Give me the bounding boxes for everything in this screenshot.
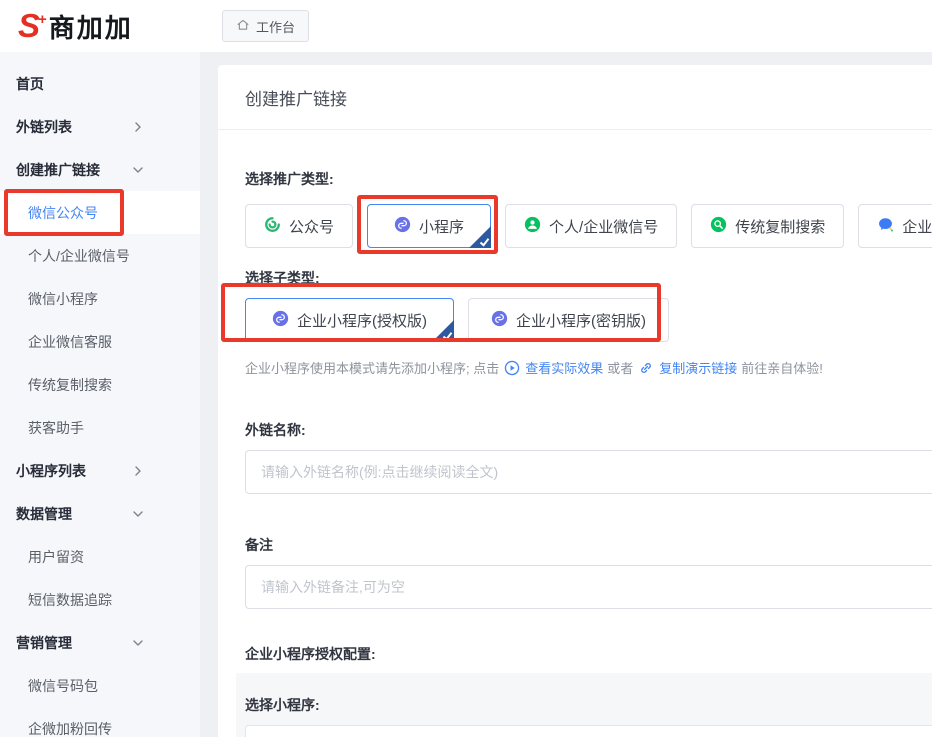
sidebar-item-label: 数据管理 bbox=[16, 504, 72, 524]
promo-type-wecom-service-button[interactable]: 企业微信客服 bbox=[858, 204, 932, 248]
card-body: 选择推广类型: 公众号 小程序 bbox=[218, 169, 932, 737]
selected-corner-check-icon bbox=[432, 320, 454, 342]
sidebar-item-label: 微信公众号 bbox=[28, 203, 98, 223]
promo-type-button-label: 个人/企业微信号 bbox=[549, 216, 658, 237]
top-header: S + 商加加 工作台 bbox=[0, 0, 932, 52]
sidebar-item-label: 获客助手 bbox=[28, 418, 84, 438]
app-window: S + 商加加 工作台 首页 外链列表 创建推广链接 微信 bbox=[0, 0, 932, 737]
page-title: 创建推广链接 bbox=[245, 85, 347, 110]
main-content-area: 创建推广链接 选择推广类型: 公众号 小程序 bbox=[200, 52, 932, 737]
chevron-right-icon bbox=[132, 121, 144, 133]
sidebar-item-label: 企微加粉回传 bbox=[28, 719, 112, 737]
sidebar-item-copy-search[interactable]: 传统复制搜索 bbox=[0, 363, 200, 406]
hint-text-before: 企业小程序使用本模式请先添加小程序; 点击 bbox=[245, 358, 499, 377]
card-header: 创建推广链接 bbox=[218, 65, 932, 130]
sidebar-item-wechat-official[interactable]: 微信公众号 bbox=[0, 191, 200, 234]
sidebar-item-marketing-management[interactable]: 营销管理 bbox=[0, 621, 200, 664]
miniprogram-icon bbox=[491, 310, 508, 331]
sidebar-item-label: 个人/企业微信号 bbox=[28, 246, 130, 266]
sidebar-item-wecom-service[interactable]: 企业微信客服 bbox=[0, 320, 200, 363]
sidebar-item-sms-tracking[interactable]: 短信数据追踪 bbox=[0, 578, 200, 621]
promo-type-button-label: 小程序 bbox=[419, 216, 464, 237]
wechat-official-account-icon bbox=[264, 216, 281, 237]
promo-type-copy-search-button[interactable]: 传统复制搜索 bbox=[691, 204, 844, 248]
sidebar-item-data-management[interactable]: 数据管理 bbox=[0, 492, 200, 535]
link-icon[interactable] bbox=[638, 360, 654, 376]
copy-demo-link[interactable]: 复制演示链接 bbox=[659, 358, 737, 377]
link-name-input[interactable] bbox=[245, 450, 932, 494]
brand-logo: S + 商加加 bbox=[0, 8, 200, 45]
sidebar-item-label: 短信数据追踪 bbox=[28, 590, 112, 610]
promo-type-button-label: 传统复制搜索 bbox=[735, 216, 825, 237]
sub-type-button-label: 企业小程序(授权版) bbox=[297, 310, 427, 331]
chevron-right-icon bbox=[132, 465, 144, 477]
sidebar-item-link-list[interactable]: 外链列表 bbox=[0, 105, 200, 148]
sidebar-item-create-promo-link[interactable]: 创建推广链接 bbox=[0, 148, 200, 191]
sub-type-auth-version-button[interactable]: 企业小程序(授权版) bbox=[245, 298, 454, 342]
sidebar-item-label: 企业微信客服 bbox=[28, 332, 112, 352]
sidebar-item-lead-assistant[interactable]: 获客助手 bbox=[0, 406, 200, 449]
sidebar-item-wecom-fan-callback[interactable]: 企微加粉回传 bbox=[0, 707, 200, 737]
chevron-down-icon bbox=[132, 637, 144, 649]
sidebar-item-label: 用户留资 bbox=[28, 547, 84, 567]
sidebar-nav: 首页 外链列表 创建推广链接 微信公众号 个人/企业微信号 微信小程序 企业微信… bbox=[0, 52, 200, 737]
sub-type-button-label: 企业小程序(密钥版) bbox=[516, 310, 646, 331]
remark-input[interactable] bbox=[245, 565, 932, 609]
promo-type-personal-wechat-button[interactable]: 个人/企业微信号 bbox=[505, 204, 677, 248]
wecom-icon bbox=[877, 216, 894, 237]
sidebar-item-label: 传统复制搜索 bbox=[28, 375, 112, 395]
sub-type-label: 选择子类型: bbox=[245, 268, 932, 288]
promo-type-official-account-button[interactable]: 公众号 bbox=[245, 204, 353, 248]
miniprogram-select[interactable]: 请选择微信小程序 ▼ bbox=[245, 725, 932, 737]
sidebar-item-home[interactable]: 首页 bbox=[0, 62, 200, 105]
selected-corner-check-icon bbox=[469, 226, 491, 248]
sidebar-item-label: 小程序列表 bbox=[16, 461, 86, 481]
sidebar-item-wechat-miniprogram[interactable]: 微信小程序 bbox=[0, 277, 200, 320]
sidebar-item-user-leads[interactable]: 用户留资 bbox=[0, 535, 200, 578]
logo-brand-name: 商加加 bbox=[49, 8, 133, 45]
play-circle-icon[interactable] bbox=[504, 360, 520, 376]
sidebar-item-personal-wechat[interactable]: 个人/企业微信号 bbox=[0, 234, 200, 277]
sidebar-item-label: 微信小程序 bbox=[28, 289, 98, 309]
sidebar-item-label: 创建推广链接 bbox=[16, 160, 100, 180]
sidebar-item-label: 首页 bbox=[16, 74, 44, 94]
promo-type-label: 选择推广类型: bbox=[245, 169, 932, 189]
sidebar-item-miniprogram-list[interactable]: 小程序列表 bbox=[0, 449, 200, 492]
logo-s-glyph: S bbox=[18, 9, 40, 42]
sub-type-options: 企业小程序(授权版) 企业小程序(密钥版) bbox=[245, 298, 932, 342]
chevron-down-icon bbox=[132, 508, 144, 520]
hint-text-after: 前往亲自体验! bbox=[741, 358, 823, 377]
sidebar-item-label: 微信号码包 bbox=[28, 676, 98, 696]
sidebar-item-label: 外链列表 bbox=[16, 117, 72, 137]
auth-config-panel: 选择小程序: 请选择微信小程序 ▼ bbox=[236, 673, 932, 737]
sidebar-item-wechat-number-pack[interactable]: 微信号码包 bbox=[0, 664, 200, 707]
hint-text-or: 或者 bbox=[607, 358, 633, 377]
miniprogram-icon bbox=[272, 310, 289, 331]
promo-type-button-label: 公众号 bbox=[289, 216, 334, 237]
chevron-down-icon bbox=[132, 164, 144, 176]
logo-plus-glyph: + bbox=[38, 11, 47, 28]
miniprogram-icon bbox=[394, 216, 411, 237]
create-link-card: 创建推广链接 选择推广类型: 公众号 小程序 bbox=[218, 65, 932, 737]
promo-type-miniprogram-button[interactable]: 小程序 bbox=[367, 204, 491, 248]
remark-label: 备注 bbox=[245, 535, 932, 555]
promo-type-options: 公众号 小程序 个 bbox=[245, 204, 932, 248]
sub-type-key-version-button[interactable]: 企业小程序(密钥版) bbox=[468, 298, 669, 342]
copy-search-icon bbox=[710, 216, 727, 237]
link-name-label: 外链名称: bbox=[245, 420, 932, 440]
home-icon bbox=[236, 18, 250, 35]
wechat-personal-icon bbox=[524, 216, 541, 237]
auth-config-section-label: 企业小程序授权配置: bbox=[245, 644, 932, 664]
workspace-tab[interactable]: 工作台 bbox=[222, 10, 309, 42]
sub-type-hint: 企业小程序使用本模式请先添加小程序; 点击 查看实际效果 或者 复制演示链接 前… bbox=[245, 358, 932, 377]
view-demo-link[interactable]: 查看实际效果 bbox=[525, 358, 603, 377]
promo-type-button-label: 企业微信客服 bbox=[902, 216, 932, 237]
sidebar-item-label: 营销管理 bbox=[16, 633, 72, 653]
workspace-tab-label: 工作台 bbox=[256, 17, 295, 36]
select-miniprogram-label: 选择小程序: bbox=[245, 695, 932, 715]
